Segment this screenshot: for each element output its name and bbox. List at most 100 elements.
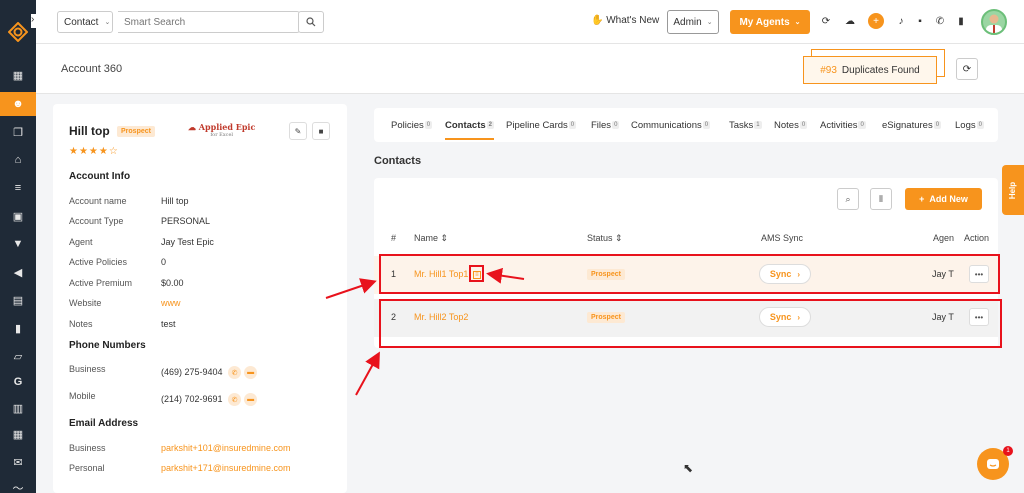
module-select[interactable]: Contact ⌄ (57, 11, 113, 33)
dashboard-icon[interactable]: ▦ (0, 63, 36, 87)
table-search-button[interactable]: ⌕ (837, 188, 859, 210)
message-icon[interactable]: ▬ (244, 393, 258, 406)
phone-label: Business (69, 364, 106, 374)
edit-button[interactable]: ✎ (289, 122, 307, 140)
search-button[interactable] (298, 11, 324, 33)
sync-icon[interactable]: ⟳ (819, 14, 833, 28)
email-link[interactable]: parkshit+101@insuredmine.com (161, 443, 290, 453)
sheet-icon[interactable]: ▥ (0, 396, 36, 420)
notification-icon[interactable]: ▪ (913, 14, 927, 28)
row-number: 2 (391, 312, 397, 322)
bell-icon[interactable]: ♪ (894, 14, 908, 28)
contacts-table-card: ⌕ ⦀ + Add New # Name ⇕ Status ⇕ AMS Sync… (374, 178, 998, 348)
contact-name-link[interactable]: Mr. Hill1 Top1 ≡ (414, 269, 481, 279)
add-new-contact-button[interactable]: + Add New (905, 188, 982, 210)
refresh-button[interactable]: ⟳ (956, 58, 978, 80)
bank-icon[interactable]: ⌂ (0, 148, 36, 172)
role-select[interactable]: Admin ⌄ (667, 10, 719, 34)
tab-contacts[interactable]: Contacts 2 (445, 120, 494, 131)
megaphone-icon[interactable]: ◀ (0, 260, 36, 284)
call-icon[interactable]: ✆ (228, 366, 242, 379)
chevron-down-icon: ⌄ (104, 19, 111, 26)
contact-name-link[interactable]: Mr. Hill2 Top2 (414, 312, 468, 322)
contacts-icon[interactable]: ☻ (0, 92, 36, 116)
report-icon[interactable]: ▤ (0, 288, 36, 312)
filter-icon[interactable]: ▼ (0, 232, 36, 256)
folder-icon[interactable]: ▱ (0, 344, 36, 368)
insuredmine-logo-icon[interactable] (8, 22, 28, 42)
rating-stars[interactable]: ★★★★☆ (69, 146, 119, 157)
smart-search-input[interactable] (118, 12, 268, 32)
table-row[interactable]: 2 Mr. Hill2 Top2 Prospect Sync › Jay T ••… (374, 299, 998, 337)
ams-sync-button[interactable]: Sync › (759, 307, 811, 327)
my-agents-button[interactable]: My Agents ⌄ (730, 10, 810, 34)
smart-search-box[interactable] (118, 11, 300, 33)
account-info-title: Account Info (69, 171, 131, 182)
row-actions-button[interactable]: ••• (969, 308, 989, 326)
contact-card-icon[interactable]: ▣ (0, 204, 36, 228)
plus-icon: + (919, 194, 925, 204)
tab-tasks[interactable]: Tasks 1 (729, 120, 762, 131)
field-value: $0.00 (161, 278, 184, 288)
chevron-down-icon: ⌄ (794, 19, 801, 26)
cloud-upload-icon[interactable]: ☁ (843, 14, 857, 28)
phone-value: (214) 702-9691 ✆ ▬ (161, 393, 258, 406)
chevron-right-icon: › (797, 269, 801, 279)
tab-notes[interactable]: Notes 0 (774, 120, 808, 131)
account-tabs: Policies 0 Contacts 2 Pipeline Cards 0 File… (374, 108, 998, 142)
row-actions-button[interactable]: ••• (969, 265, 989, 283)
phone-numbers-title: Phone Numbers (69, 340, 146, 351)
website-link[interactable]: www (161, 298, 181, 308)
tab-logs[interactable]: Logs 0 (955, 120, 984, 131)
whats-new-link[interactable]: ✋ What's New (591, 15, 659, 26)
phone-label: Mobile (69, 391, 96, 401)
sidebar: ▦ ☻ ❐ ⌂ ≡ ▣ ▼ ◀ ▤ ▮ ▱ G ▥ ▦ ✉ 〜 (0, 0, 36, 493)
field-label: Agent (69, 237, 93, 247)
field-value: Hill top (161, 196, 189, 206)
column-settings-button[interactable]: ⦀ (870, 188, 892, 210)
active-tab-indicator (445, 138, 494, 140)
calculator-icon[interactable]: ▮ (954, 14, 968, 28)
columns-icon: ⦀ (879, 193, 883, 204)
table-row[interactable]: 1 Mr. Hill1 Top1 ≡ Prospect Sync › Jay T … (374, 256, 998, 294)
field-value: test (161, 319, 176, 329)
tab-policies[interactable]: Policies 0 (391, 120, 433, 131)
duplicates-found-badge[interactable]: #93 Duplicates Found (803, 56, 937, 84)
analytics-icon[interactable]: ▮ (0, 316, 36, 340)
call-icon[interactable]: ✆ (228, 393, 242, 406)
duplicate-flag-icon[interactable]: ≡ (472, 270, 481, 279)
calendar-icon[interactable]: ▦ (0, 422, 36, 446)
column-header-status[interactable]: Status ⇕ (587, 233, 623, 244)
message-icon[interactable]: ▬ (244, 366, 258, 379)
account-name-header: Hill top Prospect (69, 124, 155, 138)
more-icon: ••• (974, 269, 984, 279)
more-icon: ••• (974, 312, 984, 322)
tab-activities[interactable]: Activities 0 (820, 120, 866, 131)
field-value: Jay Test Epic (161, 237, 214, 247)
field-value: PERSONAL (161, 216, 211, 226)
list-icon[interactable]: ≡ (0, 176, 36, 200)
email-label: Business (69, 443, 106, 453)
tab-communications[interactable]: Communications 0 (631, 120, 711, 131)
tab-esignatures[interactable]: eSignatures 0 (882, 120, 942, 131)
user-avatar[interactable] (981, 9, 1007, 35)
email-link[interactable]: parkshit+171@insuredmine.com (161, 463, 290, 473)
top-bar: Contact ⌄ ✋ What's New Admin ⌄ My Agents… (36, 0, 1024, 44)
column-header-name[interactable]: Name ⇕ (414, 233, 448, 244)
mail-icon[interactable]: ✉ (0, 450, 36, 474)
phone-icon[interactable]: ✆ (933, 14, 947, 28)
agent-name: Jay T (932, 312, 954, 322)
documents-icon[interactable]: ❐ (0, 120, 36, 144)
tab-files[interactable]: Files 0 (591, 120, 620, 131)
search-icon: ⌕ (845, 193, 851, 204)
page-title: Account 360 (61, 63, 123, 75)
help-tab[interactable]: Help (1002, 165, 1024, 215)
delete-button[interactable]: ■ (312, 122, 330, 140)
add-icon[interactable]: + (868, 13, 884, 29)
search-icon (306, 17, 316, 27)
ams-sync-button[interactable]: Sync › (759, 264, 811, 284)
cloud-icon: ☁ (188, 122, 196, 132)
google-icon[interactable]: G (0, 370, 36, 394)
signature-icon[interactable]: 〜 (0, 476, 36, 493)
tab-pipeline-cards[interactable]: Pipeline Cards 0 (506, 120, 577, 131)
